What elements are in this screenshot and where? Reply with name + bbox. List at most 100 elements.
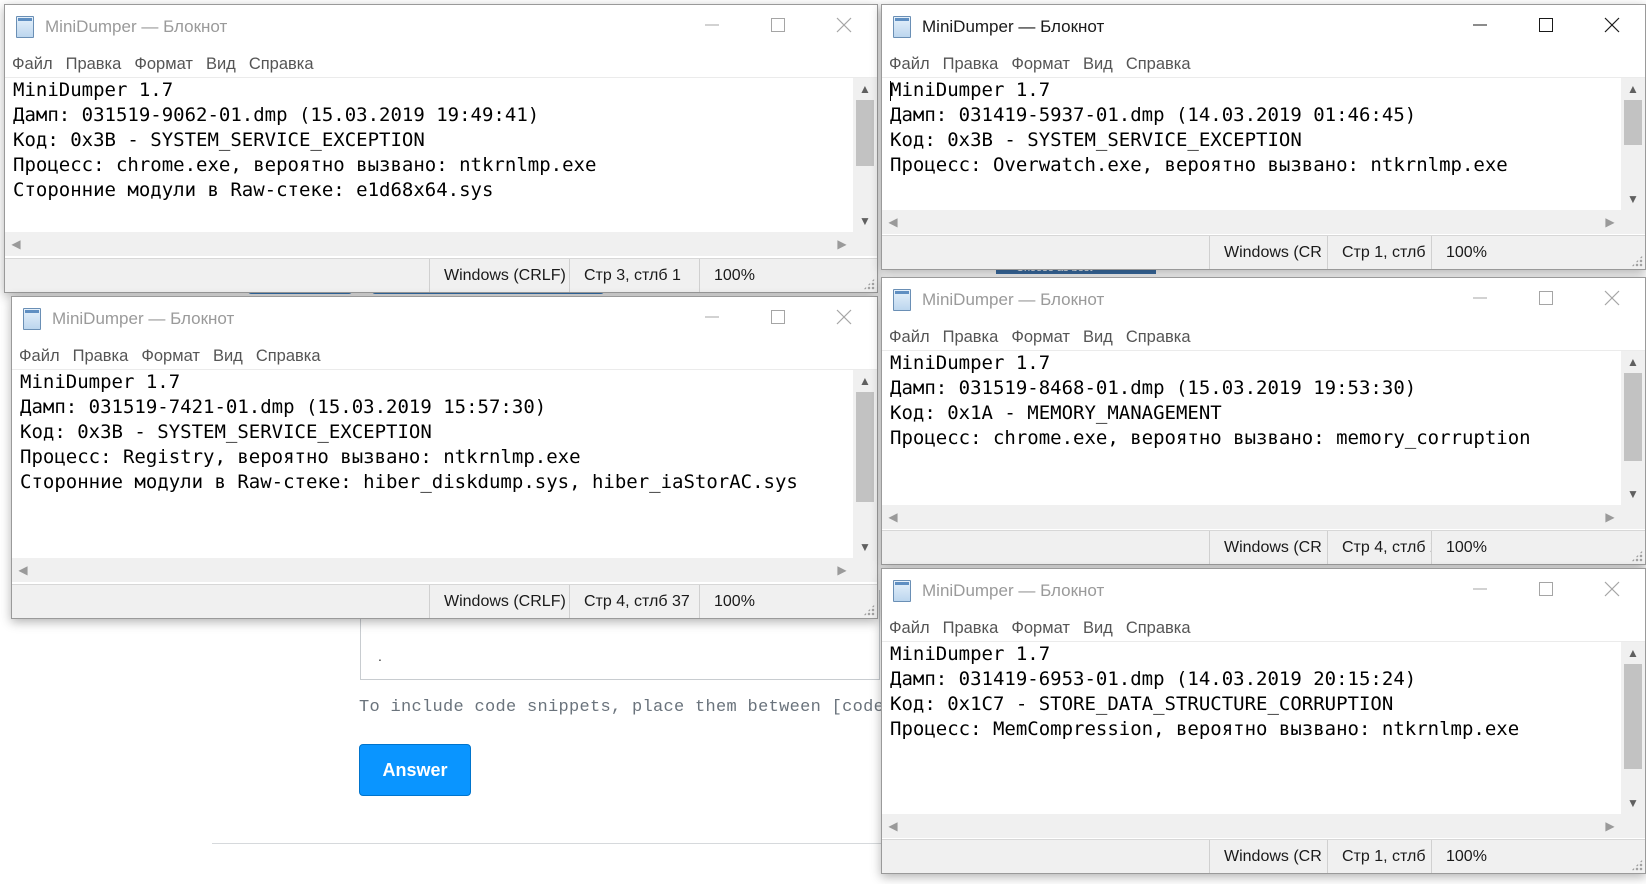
close-button[interactable]: [1579, 278, 1645, 318]
text-editor[interactable]: MiniDumper 1.7 Дамп: 031519-7421-01.dmp (…: [12, 369, 877, 586]
text-editor[interactable]: MiniDumper 1.7 Дамп: 031519-8468-01.dmp (…: [882, 350, 1645, 532]
scroll-thumb[interactable]: [856, 392, 874, 502]
scroll-left-icon[interactable]: ◀: [882, 814, 904, 838]
scroll-down-icon[interactable]: ▼: [853, 210, 877, 232]
vertical-scrollbar[interactable]: ▲ ▼: [1621, 351, 1645, 505]
scroll-up-icon[interactable]: ▲: [1621, 642, 1645, 664]
scroll-left-icon[interactable]: ◀: [882, 210, 904, 234]
maximize-button[interactable]: [1513, 278, 1579, 318]
menu-file[interactable]: Файл: [889, 615, 930, 641]
menu-help[interactable]: Справка: [1126, 324, 1191, 350]
text-content[interactable]: MiniDumper 1.7 Дамп: 031519-9062-01.dmp (…: [13, 78, 849, 232]
close-button[interactable]: [811, 5, 877, 45]
vertical-scrollbar[interactable]: ▲ ▼: [853, 370, 877, 558]
title-bar[interactable]: MiniDumper — Блокнот: [5, 5, 877, 49]
menu-file[interactable]: Файл: [889, 324, 930, 350]
maximize-button[interactable]: [1513, 5, 1579, 45]
menu-edit[interactable]: Правка: [943, 324, 999, 350]
scroll-up-icon[interactable]: ▲: [853, 370, 877, 392]
minimize-button[interactable]: [1447, 278, 1513, 318]
notepad-window-1[interactable]: MiniDumper — Блокнот Файл Правка Формат Вид…: [4, 4, 878, 293]
close-button[interactable]: [1579, 569, 1645, 609]
vertical-scrollbar[interactable]: ▲ ▼: [1621, 642, 1645, 814]
menu-view[interactable]: Вид: [1083, 324, 1113, 350]
menu-view[interactable]: Вид: [1083, 51, 1113, 77]
scroll-right-icon[interactable]: ▶: [1599, 505, 1621, 529]
answer-button[interactable]: Answer: [359, 744, 471, 796]
menu-view[interactable]: Вид: [213, 343, 243, 369]
menu-help[interactable]: Справка: [1126, 615, 1191, 641]
menu-help[interactable]: Справка: [249, 51, 314, 77]
scroll-left-icon[interactable]: ◀: [12, 558, 34, 582]
horizontal-scrollbar[interactable]: ◀ ▶: [882, 210, 1621, 234]
resize-grip-icon[interactable]: [1631, 550, 1643, 562]
vertical-scrollbar[interactable]: ▲ ▼: [853, 78, 877, 232]
menu-edit[interactable]: Правка: [943, 615, 999, 641]
scroll-down-icon[interactable]: ▼: [853, 536, 877, 558]
scroll-right-icon[interactable]: ▶: [1599, 210, 1621, 234]
minimize-button[interactable]: [679, 5, 745, 45]
text-content[interactable]: MiniDumper 1.7 Дамп: 031419-5937-01.dmp (…: [890, 78, 1617, 210]
scroll-thumb[interactable]: [1624, 373, 1642, 461]
menu-edit[interactable]: Правка: [943, 51, 999, 77]
scroll-down-icon[interactable]: ▼: [1621, 188, 1645, 210]
notepad-window-5[interactable]: MiniDumper — Блокнот Файл Правка Формат Вид…: [881, 568, 1646, 874]
text-editor[interactable]: MiniDumper 1.7 Дамп: 031419-5937-01.dmp (…: [882, 77, 1645, 237]
menu-format[interactable]: Формат: [1011, 51, 1070, 77]
resize-grip-icon[interactable]: [1631, 255, 1643, 267]
minimize-button[interactable]: [1447, 569, 1513, 609]
scroll-left-icon[interactable]: ◀: [882, 505, 904, 529]
scroll-right-icon[interactable]: ▶: [831, 232, 853, 256]
scroll-right-icon[interactable]: ▶: [831, 558, 853, 582]
maximize-button[interactable]: [745, 5, 811, 45]
scroll-left-icon[interactable]: ◀: [5, 232, 27, 256]
scroll-thumb[interactable]: [1624, 100, 1642, 145]
menu-view[interactable]: Вид: [206, 51, 236, 77]
text-content[interactable]: MiniDumper 1.7 Дамп: 031519-8468-01.dmp (…: [890, 351, 1617, 505]
minimize-button[interactable]: [679, 297, 745, 337]
scroll-thumb[interactable]: [856, 100, 874, 166]
notepad-window-2[interactable]: MiniDumper — Блокнот Файл Правка Формат Вид…: [881, 4, 1646, 270]
scroll-right-icon[interactable]: ▶: [1599, 814, 1621, 838]
menu-format[interactable]: Формат: [1011, 615, 1070, 641]
title-bar[interactable]: MiniDumper — Блокнот: [12, 297, 877, 341]
scroll-down-icon[interactable]: ▼: [1621, 483, 1645, 505]
menu-edit[interactable]: Правка: [66, 51, 122, 77]
text-content[interactable]: MiniDumper 1.7 Дамп: 031519-7421-01.dmp (…: [20, 370, 849, 558]
scroll-thumb[interactable]: [1624, 664, 1642, 769]
title-bar[interactable]: MiniDumper — Блокнот: [882, 278, 1645, 322]
resize-grip-icon[interactable]: [863, 278, 875, 290]
horizontal-scrollbar[interactable]: ◀ ▶: [882, 814, 1621, 838]
text-editor[interactable]: MiniDumper 1.7 Дамп: 031519-9062-01.dmp (…: [5, 77, 877, 260]
scroll-up-icon[interactable]: ▲: [853, 78, 877, 100]
maximize-button[interactable]: [1513, 569, 1579, 609]
menu-format[interactable]: Формат: [1011, 324, 1070, 350]
title-bar[interactable]: MiniDumper — Блокнот: [882, 5, 1645, 49]
notepad-window-3[interactable]: MiniDumper — Блокнот Файл Правка Формат Вид…: [11, 296, 878, 619]
vertical-scrollbar[interactable]: ▲ ▼: [1621, 78, 1645, 210]
horizontal-scrollbar[interactable]: ◀ ▶: [12, 558, 853, 582]
menu-format[interactable]: Формат: [134, 51, 193, 77]
close-button[interactable]: [811, 297, 877, 337]
menu-help[interactable]: Справка: [1126, 51, 1191, 77]
text-editor[interactable]: MiniDumper 1.7 Дамп: 031419-6953-01.dmp (…: [882, 641, 1645, 841]
scroll-down-icon[interactable]: ▼: [1621, 792, 1645, 814]
horizontal-scrollbar[interactable]: ◀ ▶: [882, 505, 1621, 529]
menu-view[interactable]: Вид: [1083, 615, 1113, 641]
text-content[interactable]: MiniDumper 1.7 Дамп: 031419-6953-01.dmp (…: [890, 642, 1617, 814]
minimize-button[interactable]: [1447, 5, 1513, 45]
horizontal-scrollbar[interactable]: ◀ ▶: [5, 232, 853, 256]
menu-file[interactable]: Файл: [12, 51, 53, 77]
resize-grip-icon[interactable]: [1631, 859, 1643, 871]
maximize-button[interactable]: [745, 297, 811, 337]
menu-format[interactable]: Формат: [141, 343, 200, 369]
menu-help[interactable]: Справка: [256, 343, 321, 369]
menu-edit[interactable]: Правка: [73, 343, 129, 369]
menu-file[interactable]: Файл: [19, 343, 60, 369]
scroll-up-icon[interactable]: ▲: [1621, 78, 1645, 100]
menu-file[interactable]: Файл: [889, 51, 930, 77]
scroll-up-icon[interactable]: ▲: [1621, 351, 1645, 373]
resize-grip-icon[interactable]: [863, 604, 875, 616]
notepad-window-4[interactable]: MiniDumper — Блокнот Файл Правка Формат Вид…: [881, 277, 1646, 565]
close-button[interactable]: [1579, 5, 1645, 45]
